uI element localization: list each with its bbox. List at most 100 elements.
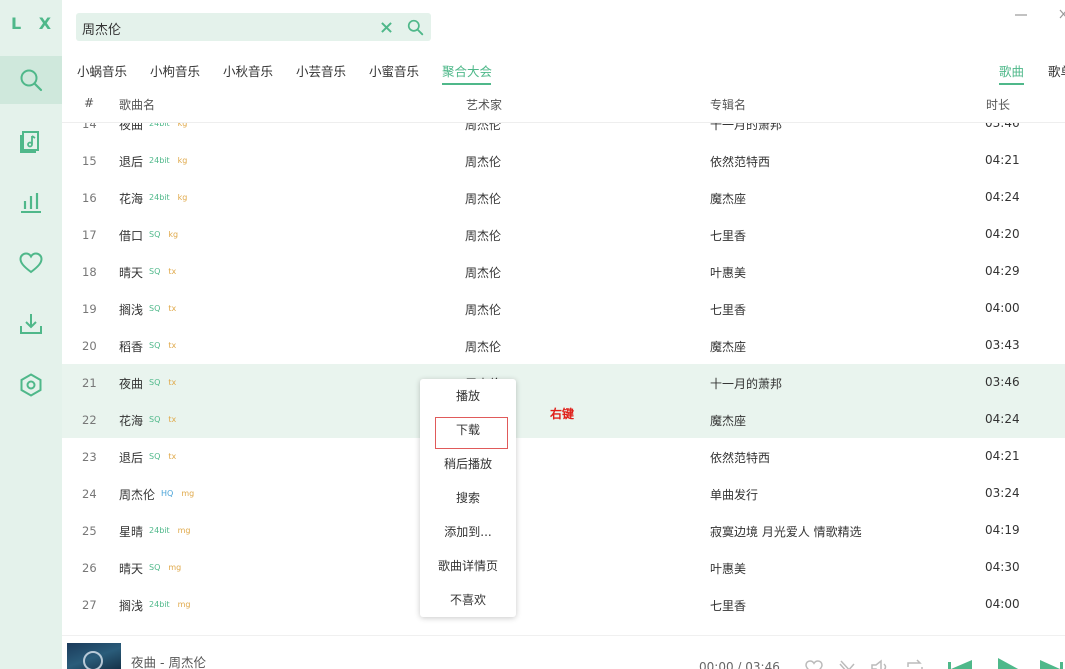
song-name: 周杰伦 [119, 488, 156, 502]
artist-name: 周杰伦 [465, 123, 502, 132]
nav-playlist[interactable] [0, 117, 62, 165]
table-row[interactable]: 15 退后 24bit kg 周杰伦 依然范特西 04:21 [62, 142, 1065, 179]
table-row[interactable]: 26 晴天 SQ mg 叶惠美 04:30 [62, 549, 1065, 586]
tab-songs[interactable]: 歌曲 [999, 61, 1024, 80]
song-name: 夜曲 [119, 377, 144, 391]
song-duration: 04:24 [985, 190, 1020, 204]
now-playing-title[interactable]: 夜曲 - 周杰伦 [131, 652, 206, 669]
clear-search-button[interactable] [377, 18, 395, 36]
menu-item-add-to[interactable]: 添加到... [420, 515, 516, 549]
table-row[interactable]: 21夜曲SQtx周杰伦十一月的萧邦03:46 [62, 364, 1065, 401]
dislike-icon[interactable] [837, 658, 857, 669]
row-number: 22 [82, 413, 97, 427]
table-row[interactable]: 24 周杰伦 HQ mg 单曲发行 03:24 [62, 475, 1065, 512]
song-name: 退后 [119, 451, 144, 465]
artist-name: 周杰伦 [465, 340, 502, 354]
nav-settings[interactable] [0, 361, 62, 409]
table-row[interactable]: 23 退后 SQ tx 依然范特西 04:21 [62, 438, 1065, 475]
row-number: 24 [82, 487, 97, 501]
nav-download[interactable] [0, 300, 62, 348]
source-badge: mg [181, 489, 195, 498]
col-header-num: # [84, 96, 95, 110]
table-row[interactable]: 25 星晴 24bit mg 寂寞边境 月光爱人 情歌精选 04:19 [62, 512, 1065, 549]
table-row[interactable]: 20 稻香 SQ tx 周杰伦 魔杰座 03:43 [62, 327, 1065, 364]
song-duration: 03:46 [985, 123, 1020, 130]
song-name: 花海 [119, 414, 144, 428]
tab-playlists[interactable]: 歌单 [1048, 64, 1065, 79]
search-button[interactable] [405, 17, 425, 37]
cover-art-moon [83, 651, 103, 669]
album-cover[interactable] [67, 643, 121, 669]
quality-badge: SQ [149, 267, 161, 276]
player-bar: 夜曲 - 周杰伦 00:00 / 03:46 [62, 635, 1065, 669]
minimize-button[interactable] [1013, 7, 1029, 23]
nav-leaderboard[interactable] [0, 178, 62, 226]
previous-track-icon[interactable] [946, 658, 976, 669]
tab-source-aggregate[interactable]: 聚合大会 [442, 61, 492, 80]
tab-source-1[interactable]: 小蜗音乐 [77, 61, 127, 80]
quality-badge: SQ [149, 415, 161, 424]
row-number: 16 [82, 191, 97, 205]
table-row[interactable]: 14 夜曲 24bit kg 周杰伦 十一月的萧邦 03:46 [62, 123, 1065, 142]
row-number: 20 [82, 339, 97, 353]
song-duration: 04:29 [985, 264, 1020, 278]
chart-bars-icon [21, 193, 41, 213]
menu-item-play-later[interactable]: 稍后播放 [420, 447, 516, 481]
song-name: 稻香 [119, 340, 144, 354]
song-name: 退后 [119, 155, 144, 169]
table-row[interactable]: 16 花海 24bit kg 周杰伦 魔杰座 04:24 [62, 179, 1065, 216]
source-badge: mg [177, 600, 191, 609]
song-duration: 04:30 [985, 560, 1020, 574]
song-duration: 04:19 [985, 523, 1020, 537]
tab-source-5[interactable]: 小蜜音乐 [369, 61, 419, 80]
tab-source-4[interactable]: 小芸音乐 [296, 61, 346, 80]
close-window-button[interactable] [1055, 7, 1065, 23]
song-name: 花海 [119, 192, 144, 206]
album-name: 依然范特西 [710, 451, 771, 465]
nav-search[interactable] [0, 56, 62, 104]
table-row[interactable]: 17 借口 SQ kg 周杰伦 七里香 04:20 [62, 216, 1065, 253]
quality-badge: SQ [149, 304, 161, 313]
search-input[interactable]: 周杰伦 [82, 19, 121, 38]
menu-item-search[interactable]: 搜索 [420, 481, 516, 515]
song-name-cell: 搁浅 SQ tx [119, 301, 176, 318]
source-badge: mg [177, 526, 191, 535]
table-row[interactable]: 19 搁浅 SQ tx 周杰伦 七里香 04:00 [62, 290, 1065, 327]
album-name: 十一月的萧邦 [710, 377, 783, 391]
quality-badge: SQ [149, 230, 161, 239]
menu-item-play[interactable]: 播放 [420, 379, 516, 413]
artist-name: 周杰伦 [465, 155, 502, 169]
table-row[interactable]: 27 搁浅 24bit mg 七里香 04:00 [62, 586, 1065, 623]
row-number: 14 [82, 123, 97, 131]
album-name: 叶惠美 [710, 266, 747, 280]
search-box[interactable]: 周杰伦 [76, 13, 431, 41]
song-name-cell: 稻香 SQ tx [119, 338, 176, 355]
song-duration: 03:46 [985, 375, 1020, 389]
heart-icon[interactable] [804, 658, 824, 669]
volume-icon[interactable] [870, 658, 890, 669]
album-name: 魔杰座 [710, 192, 747, 206]
source-badge: kg [177, 123, 188, 128]
album-name: 寂寞边境 月光爱人 情歌精选 [710, 525, 862, 539]
song-duration: 04:21 [985, 449, 1020, 463]
quality-badge: SQ [149, 378, 161, 387]
song-name: 搁浅 [119, 599, 144, 613]
menu-item-song-details[interactable]: 歌曲详情页 [420, 549, 516, 583]
nav-favorites[interactable] [0, 239, 62, 287]
tab-source-2[interactable]: 小枸音乐 [150, 61, 200, 80]
col-header-name: 歌曲名 [119, 98, 156, 112]
song-list[interactable]: 14 夜曲 24bit kg 周杰伦 十一月的萧邦 03:46 15 退后 24bit kg 周杰伦依… [62, 123, 1065, 635]
repeat-icon[interactable] [905, 658, 925, 669]
download-highlight-box [435, 417, 508, 449]
next-track-icon[interactable] [1038, 658, 1065, 669]
album-name: 十一月的萧邦 [710, 123, 783, 132]
tab-source-3[interactable]: 小秋音乐 [223, 61, 273, 80]
play-icon[interactable] [994, 658, 1022, 669]
song-name: 晴天 [119, 562, 144, 576]
song-duration: 03:24 [985, 486, 1020, 500]
menu-item-dislike[interactable]: 不喜欢 [420, 583, 516, 617]
song-name-cell: 晴天 SQ mg [119, 560, 181, 577]
source-badge: kg [177, 193, 188, 202]
table-row[interactable]: 18 晴天 SQ tx 周杰伦 叶惠美 04:29 [62, 253, 1065, 290]
song-duration: 04:24 [985, 412, 1020, 426]
